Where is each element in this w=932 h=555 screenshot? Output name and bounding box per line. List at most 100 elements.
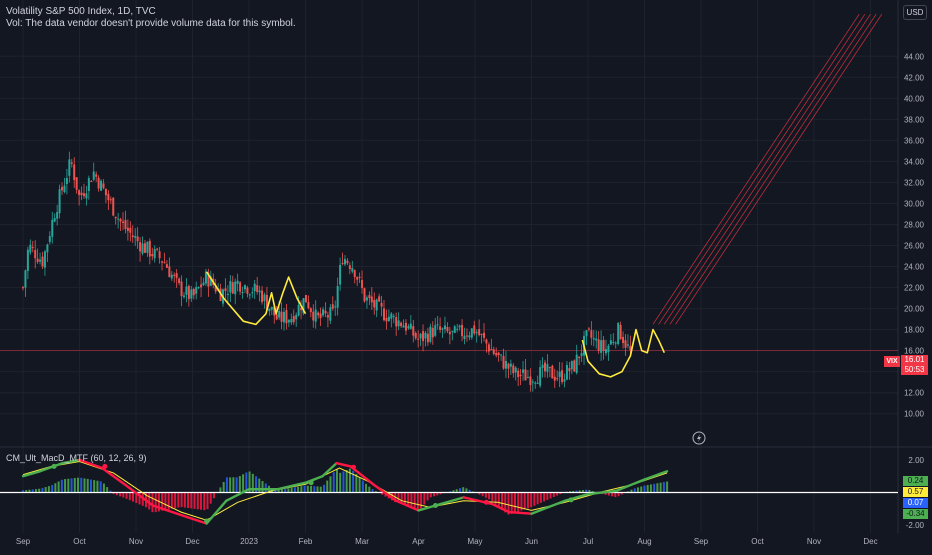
candle-body xyxy=(541,364,544,369)
candle xyxy=(436,315,439,330)
candle xyxy=(619,321,622,340)
candle-body xyxy=(504,361,507,369)
candle-body xyxy=(124,220,127,229)
macd-segment xyxy=(100,466,126,486)
candle xyxy=(56,204,59,226)
candle xyxy=(246,285,249,298)
candle xyxy=(441,327,444,338)
candle-body xyxy=(68,159,71,176)
candle xyxy=(392,313,395,324)
candle-body xyxy=(97,177,100,189)
candle xyxy=(573,359,576,372)
candle-body xyxy=(368,295,371,299)
candle-body xyxy=(407,326,410,329)
candle xyxy=(348,262,351,275)
candle-body xyxy=(119,219,122,222)
candle-body xyxy=(256,285,259,292)
price-tick-label: 22.00 xyxy=(904,284,925,293)
candle-body xyxy=(409,323,412,329)
histogram-bar xyxy=(510,492,513,514)
candle-body xyxy=(322,309,325,316)
histogram-bar xyxy=(174,492,177,509)
candle-body xyxy=(180,281,183,297)
candle-body xyxy=(319,313,322,318)
histogram-bar xyxy=(89,479,92,493)
chart-area[interactable]: 10.0012.0014.0016.0018.0020.0022.0024.00… xyxy=(0,0,932,550)
candle xyxy=(419,332,422,347)
candle-body xyxy=(375,299,378,311)
candle xyxy=(431,321,434,345)
candle xyxy=(39,252,42,265)
indicator-label[interactable]: CM_Ult_MacD_MTF (60, 12, 26, 9) xyxy=(6,453,147,463)
histogram-bar xyxy=(662,482,665,493)
projection-rays xyxy=(652,14,883,325)
candle xyxy=(234,278,237,305)
candle xyxy=(551,364,554,379)
candle-body xyxy=(387,316,390,322)
chart-svg[interactable]: 10.0012.0014.0016.0018.0020.0022.0024.00… xyxy=(0,0,932,550)
candle-body xyxy=(534,382,537,384)
candle-body xyxy=(163,262,166,264)
candle-body xyxy=(185,286,188,295)
macd-segment xyxy=(205,499,228,525)
macd-segment xyxy=(507,510,533,515)
candle-body xyxy=(251,292,254,294)
candle-body xyxy=(117,218,120,220)
candle xyxy=(87,175,90,200)
candle-body xyxy=(253,283,256,292)
time-tick-label: Oct xyxy=(73,537,86,546)
candle-body xyxy=(229,281,232,293)
candle xyxy=(341,252,344,266)
candle-body xyxy=(285,310,288,324)
candle xyxy=(365,295,368,309)
candle-body xyxy=(126,227,129,231)
candle-body xyxy=(78,190,81,196)
candle-body xyxy=(514,367,517,373)
indicator-tick-label: 2.00 xyxy=(908,456,924,465)
candle-body xyxy=(331,304,334,309)
candle xyxy=(380,295,383,317)
histogram-bar xyxy=(355,474,358,493)
candle-body xyxy=(529,376,532,386)
histogram-bar xyxy=(462,487,465,493)
candle-body xyxy=(129,227,132,233)
candle xyxy=(36,248,39,264)
candle-body xyxy=(363,288,366,302)
candle xyxy=(600,330,603,361)
candle-body xyxy=(336,286,339,308)
histogram-bar xyxy=(345,470,348,493)
cross-dot xyxy=(204,518,210,524)
candle xyxy=(280,302,283,330)
candle xyxy=(607,343,610,361)
candle-body xyxy=(365,297,368,301)
candle xyxy=(146,241,149,257)
candle-body xyxy=(422,331,425,342)
candle xyxy=(536,375,539,384)
histogram-bar xyxy=(222,481,225,493)
candle-body xyxy=(151,253,154,257)
candle xyxy=(163,252,166,264)
candle xyxy=(595,330,598,349)
candle xyxy=(534,381,537,389)
candle-body xyxy=(624,340,627,348)
candle xyxy=(122,212,125,231)
currency-button[interactable]: USD xyxy=(903,5,927,20)
candle-body xyxy=(429,326,432,342)
candle-body xyxy=(270,306,273,310)
histogram-bar xyxy=(517,492,520,512)
candle-body xyxy=(383,308,386,321)
candle-body xyxy=(290,319,293,323)
candle xyxy=(541,357,544,378)
signal-value-badge: 0.57 xyxy=(903,487,928,497)
candle-body xyxy=(456,328,459,330)
candle-body xyxy=(461,324,464,337)
histogram-bar xyxy=(368,486,371,493)
histogram-bar xyxy=(297,486,300,493)
histogram-bar xyxy=(212,492,215,499)
time-tick-label: Apr xyxy=(412,537,425,546)
candle-body xyxy=(400,322,403,327)
histogram-bar xyxy=(96,480,99,493)
candle-body xyxy=(434,325,437,336)
candle xyxy=(622,331,625,349)
macd-segment xyxy=(547,499,567,509)
